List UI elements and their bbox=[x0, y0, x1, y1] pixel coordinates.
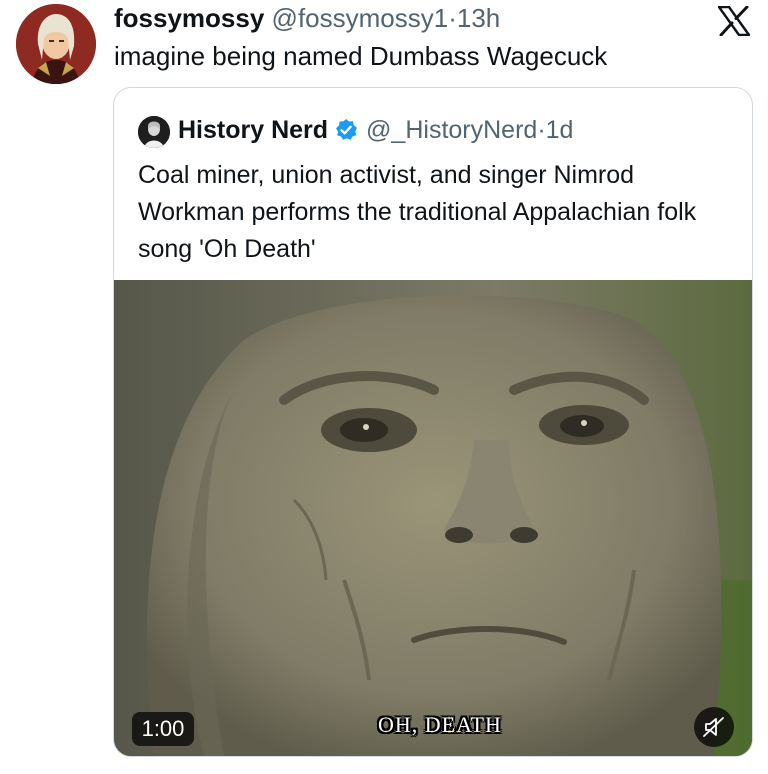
quoted-tweet-text: Coal miner, union activist, and singer N… bbox=[138, 161, 697, 263]
quoted-separator: · bbox=[537, 116, 546, 144]
quoted-handle[interactable]: @_HistoryNerd bbox=[366, 114, 537, 146]
video-duration: 1:00 bbox=[132, 712, 194, 746]
quoted-avatar[interactable] bbox=[138, 116, 170, 148]
quoted-display-name[interactable]: History Nerd bbox=[178, 114, 328, 146]
quoted-tweet-card[interactable]: History Nerd @_HistoryNerd · 1d Coal miner… bbox=[113, 87, 753, 757]
tweet-header: fossymossy @fossymossy1·13h bbox=[114, 2, 500, 34]
timestamp[interactable]: 13h bbox=[457, 3, 500, 33]
verified-badge-icon bbox=[336, 119, 358, 140]
video-player[interactable]: 1:00 OH, DEATH bbox=[114, 280, 752, 756]
quoted-avatar-image bbox=[138, 116, 170, 148]
video-frame-image bbox=[114, 280, 752, 756]
avatar-image bbox=[16, 4, 96, 84]
display-name[interactable]: fossymossy bbox=[114, 3, 264, 33]
quoted-tweet-header: History Nerd @_HistoryNerd · 1d bbox=[178, 114, 573, 146]
muted-speaker-icon bbox=[703, 717, 724, 737]
mute-button[interactable] bbox=[694, 707, 734, 747]
avatar[interactable] bbox=[16, 4, 96, 84]
handle[interactable]: @fossymossy1 bbox=[272, 3, 449, 33]
separator: · bbox=[448, 3, 457, 33]
quoted-timestamp[interactable]: 1d bbox=[546, 114, 574, 146]
tweet-text: imagine being named Dumbass Wagecuck bbox=[114, 41, 608, 71]
video-subtitle: OH, DEATH bbox=[378, 712, 502, 737]
x-logo-icon bbox=[718, 6, 750, 36]
